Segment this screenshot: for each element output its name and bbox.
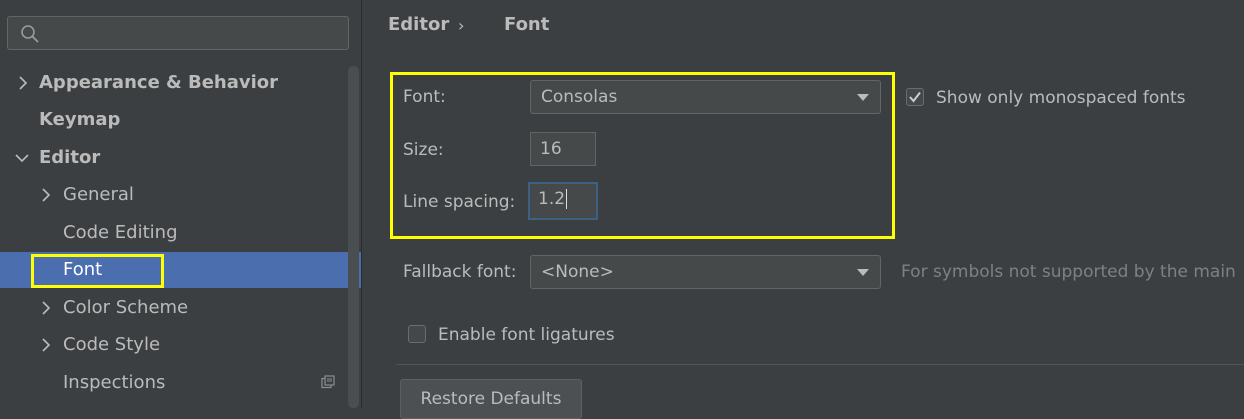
dropdown-arrow-icon [857,269,869,276]
breadcrumb-current: Font [504,14,550,35]
tree-item-appearance-behavior[interactable]: Appearance & Behavior [0,65,348,101]
chevron-right-icon [42,338,51,352]
search-field[interactable] [7,16,349,50]
chevron-down-icon [15,154,29,163]
restore-defaults-button[interactable]: Restore Defaults [400,379,582,419]
divider [396,364,1244,365]
tree-item-inspections[interactable]: Inspections [0,365,348,401]
checkmark-icon [909,91,921,103]
monospaced-checkbox-label[interactable]: Show only monospaced fonts [936,88,1186,108]
fallback-font-hint: For symbols not supported by the main [901,262,1236,282]
tree-item-keymap[interactable]: Keymap [0,102,348,138]
tree-item-code-editing[interactable]: Code Editing [0,215,348,251]
tree-item-label: Code Style [63,334,161,355]
breadcrumb-separator-icon: › [458,16,465,35]
tree-item-label: Inspections [63,372,166,393]
ligatures-checkbox[interactable] [408,325,426,343]
settings-sidebar: Appearance & Behavior Keymap Editor Gene… [0,0,362,408]
highlight-box-font-item [31,254,164,288]
search-icon [21,25,39,43]
copy-settings-icon [321,375,335,389]
tree-item-code-style[interactable]: Code Style [0,327,348,363]
fallback-font-value: <None> [541,262,614,282]
tree-item-color-scheme[interactable]: Color Scheme [0,290,348,326]
highlight-box-font-settings [390,72,895,239]
ligatures-checkbox-label[interactable]: Enable font ligatures [438,325,615,345]
chevron-right-icon [42,301,51,315]
fallback-font-dropdown[interactable]: <None> [530,255,881,289]
tree-item-label: Appearance & Behavior [39,72,279,93]
tree-item-general[interactable]: General [0,177,348,213]
monospaced-checkbox[interactable] [906,88,924,106]
tree-item-label: General [63,184,134,205]
breadcrumb-parent[interactable]: Editor [388,14,449,35]
chevron-right-icon [42,188,51,202]
search-input[interactable] [48,22,342,46]
tree-item-label: Code Editing [63,222,178,243]
tree-item-label: Editor [39,147,101,168]
settings-content: Editor › Font Font: Consolas Show only m… [362,0,1244,419]
sidebar-scrollbar[interactable] [348,66,359,408]
chevron-right-icon [19,76,28,90]
breadcrumb: Editor › Font [388,14,549,35]
tree-item-editor[interactable]: Editor [0,140,348,176]
tree-item-label: Keymap [39,109,121,130]
tree-item-label: Color Scheme [63,297,189,318]
fallback-font-label: Fallback font: [403,262,517,282]
